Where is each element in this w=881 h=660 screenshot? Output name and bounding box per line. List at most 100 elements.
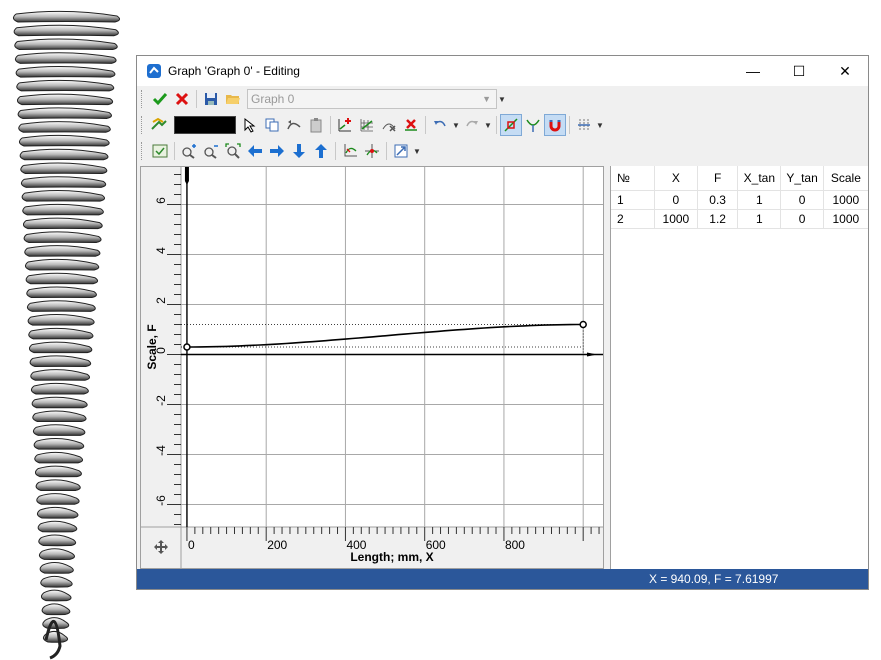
spring-coil (12, 10, 121, 23)
view-button[interactable] (149, 140, 171, 162)
y-tick-label: -4 (154, 445, 168, 456)
select-button[interactable] (239, 114, 261, 136)
x-tick-label: 200 (267, 538, 287, 552)
pan-right-button[interactable] (266, 140, 288, 162)
toolbar-overflow-icon[interactable]: ▼ (497, 95, 507, 104)
table-cell[interactable]: 1000 (823, 190, 868, 210)
center-axes-button[interactable] (361, 140, 383, 162)
add-point-button[interactable] (334, 114, 356, 136)
table-row[interactable]: 2 1000 1.2 1 0 1000 (611, 209, 868, 229)
table-cell[interactable]: 1000 (654, 209, 699, 229)
redo-dropdown-icon[interactable]: ▼ (483, 121, 493, 130)
graph-select[interactable]: Graph 0 ▼ (247, 89, 497, 109)
minimize-icon: — (746, 63, 760, 79)
zoom-out-button[interactable] (200, 140, 222, 162)
table-cell[interactable]: 0 (780, 209, 824, 229)
spring-illustration (12, 10, 121, 660)
column-header[interactable]: X_tan (737, 166, 782, 191)
undo-dropdown-icon[interactable]: ▼ (451, 121, 461, 130)
settings-button[interactable] (573, 114, 595, 136)
delete-point-icon (382, 123, 396, 132)
export-button[interactable] (390, 140, 412, 162)
axes-button[interactable] (339, 140, 361, 162)
pan-up-button[interactable] (310, 140, 332, 162)
save-button[interactable] (200, 88, 222, 110)
cursor-coordinates: X = 940.09, F = 7.61997 (649, 572, 779, 586)
chevron-down-icon: ▼ (482, 94, 491, 104)
export-dropdown-icon[interactable]: ▼ (412, 147, 422, 156)
spring-coil (17, 107, 112, 119)
y-tick-label: 6 (154, 197, 168, 204)
close-button[interactable]: ✕ (822, 56, 868, 86)
window-title: Graph 'Graph 0' - Editing (168, 64, 300, 78)
tangent-button[interactable] (522, 114, 544, 136)
table-cell[interactable]: 1000 (823, 209, 868, 229)
table-cell[interactable]: 0 (780, 190, 824, 210)
column-header[interactable]: Y_tan (780, 166, 824, 191)
export-icon (394, 144, 408, 158)
undo-button[interactable] (429, 114, 451, 136)
magnet-button[interactable] (544, 114, 566, 136)
spring-coil (34, 465, 82, 478)
table-cell[interactable]: 0 (654, 190, 699, 210)
apply-button[interactable] (149, 88, 171, 110)
spring-coil (34, 451, 84, 464)
delete-point-button[interactable] (378, 114, 400, 136)
table-cell[interactable]: 1 (737, 209, 782, 229)
color-picker-button[interactable] (149, 114, 171, 136)
pan-down-button[interactable] (288, 140, 310, 162)
magnet-icon (549, 120, 561, 132)
zoom-in-button[interactable] (178, 140, 200, 162)
toolbar-overflow-icon[interactable]: ▼ (595, 121, 605, 130)
spring-coil (40, 589, 72, 602)
copy-icon (265, 118, 279, 132)
axes-icon (344, 144, 357, 157)
spring-coil (32, 410, 87, 423)
maximize-button[interactable]: ☐ (776, 56, 822, 86)
graph-plot[interactable]: 0 200 400 600 800 6 4 2 0 -2 -4 -6 Lengt… (141, 167, 603, 568)
remove-point-button[interactable] (400, 114, 422, 136)
spring-coil (30, 369, 90, 381)
spring-coil (33, 438, 85, 450)
snap-node-button[interactable] (500, 114, 522, 136)
zoom-fit-icon (225, 143, 241, 159)
line-color-swatch[interactable] (174, 116, 236, 134)
copy-button[interactable] (261, 114, 283, 136)
spring-coil (20, 176, 107, 188)
grid-points-button[interactable] (356, 114, 378, 136)
table-cell[interactable]: 1 (737, 190, 782, 210)
arrow-right-icon (270, 145, 284, 157)
toolbar-grip[interactable] (141, 142, 145, 160)
toolbar-view: ▼ (141, 139, 422, 163)
table-row[interactable]: 1 0 0.3 1 0 1000 (611, 190, 868, 210)
graph-plot-panel[interactable]: 0 200 400 600 800 6 4 2 0 -2 -4 -6 Lengt… (140, 166, 604, 569)
column-header[interactable]: F (697, 166, 739, 191)
column-header[interactable]: Scale (823, 166, 868, 191)
cancel-button[interactable] (171, 88, 193, 110)
table-cell[interactable]: 1 (611, 190, 655, 210)
undo-curve-icon (287, 120, 301, 130)
add-point-icon (338, 118, 351, 132)
curve-undo-button[interactable] (283, 114, 305, 136)
paste-button[interactable] (305, 114, 327, 136)
graph-point[interactable] (579, 320, 587, 329)
pan-left-button[interactable] (244, 140, 266, 162)
table-cell[interactable]: 0.3 (697, 190, 739, 210)
spring-coil (31, 396, 88, 409)
zoom-out-icon (204, 145, 218, 159)
grid-points-icon (360, 119, 373, 132)
toolbar-grip[interactable] (141, 90, 145, 108)
table-cell[interactable]: 1.2 (697, 209, 739, 229)
redo-button[interactable] (461, 114, 483, 136)
graph-point[interactable] (183, 343, 191, 351)
minimize-button[interactable]: — (730, 56, 776, 86)
column-header[interactable]: № (611, 166, 655, 191)
zoom-fit-button[interactable] (222, 140, 244, 162)
toolbar-grip[interactable] (141, 116, 145, 134)
table-cell[interactable]: 2 (611, 209, 655, 229)
toolbar-edit: ▼ ▼ ▼ (141, 113, 605, 137)
x-tick-label: 800 (505, 538, 525, 552)
open-button[interactable] (222, 88, 244, 110)
column-header[interactable]: X (654, 166, 699, 191)
spring-coil (29, 355, 92, 367)
